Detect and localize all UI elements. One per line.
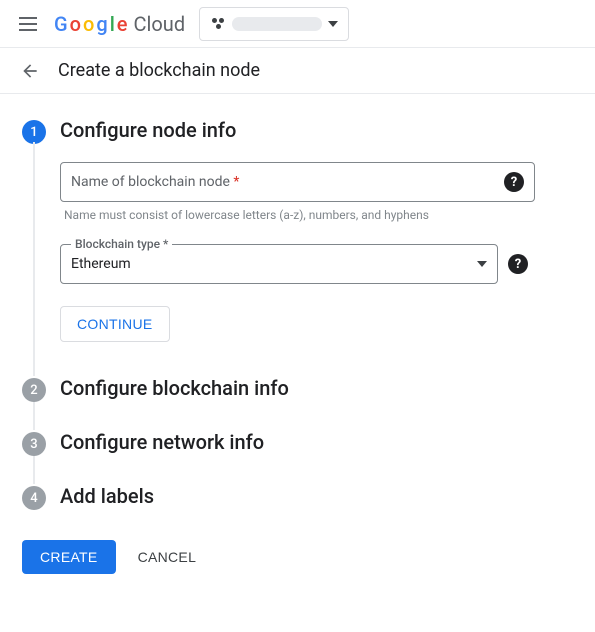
back-arrow-icon[interactable] — [20, 61, 40, 81]
step-1: 1 Configure node info — [22, 118, 573, 144]
node-name-field[interactable]: Name of blockchain node * ? — [60, 162, 535, 202]
continue-button[interactable]: CONTINUE — [60, 306, 170, 342]
connector — [22, 348, 573, 376]
blockchain-type-value: Ethereum — [71, 256, 477, 272]
project-name — [232, 17, 322, 31]
step-3[interactable]: 3 Configure network info — [22, 430, 573, 456]
stepper: 1 Configure node info Name of blockchain… — [0, 94, 595, 510]
node-name-input[interactable] — [247, 174, 496, 190]
cloud-logo-text: Cloud — [134, 12, 186, 36]
header-bar: Google Cloud — [0, 0, 595, 48]
title-row: Create a blockchain node — [0, 48, 595, 94]
chevron-down-icon — [328, 21, 338, 27]
chevron-down-icon — [477, 261, 487, 267]
step-3-badge: 3 — [22, 432, 46, 456]
step-1-body: Name of blockchain node * ? Name must co… — [22, 144, 573, 348]
step-4-badge: 4 — [22, 486, 46, 510]
step-2-badge: 2 — [22, 378, 46, 402]
step-1-badge: 1 — [22, 120, 46, 144]
help-icon[interactable]: ? — [508, 254, 528, 274]
connector — [22, 456, 573, 484]
create-button[interactable]: CREATE — [22, 540, 116, 574]
page-title: Create a blockchain node — [58, 60, 260, 81]
project-icon — [210, 16, 226, 32]
project-selector[interactable] — [199, 7, 349, 41]
node-name-placeholder: Name of blockchain node * — [71, 174, 239, 190]
connector — [22, 402, 573, 430]
blockchain-type-label: Blockchain type * — [71, 237, 172, 251]
cancel-button[interactable]: CANCEL — [138, 549, 197, 565]
google-cloud-logo[interactable]: Google Cloud — [54, 12, 185, 36]
footer-actions: CREATE CANCEL — [0, 510, 595, 604]
step-4-title: Add labels — [60, 484, 154, 508]
help-icon[interactable]: ? — [504, 172, 524, 192]
node-name-hint: Name must consist of lowercase letters (… — [64, 208, 573, 222]
blockchain-type-select[interactable]: Blockchain type * Ethereum — [60, 244, 498, 284]
step-2[interactable]: 2 Configure blockchain info — [22, 376, 573, 402]
step-1-title: Configure node info — [60, 118, 236, 142]
menu-icon[interactable] — [16, 12, 40, 36]
step-4[interactable]: 4 Add labels — [22, 484, 573, 510]
step-3-title: Configure network info — [60, 430, 264, 454]
step-2-title: Configure blockchain info — [60, 376, 289, 400]
